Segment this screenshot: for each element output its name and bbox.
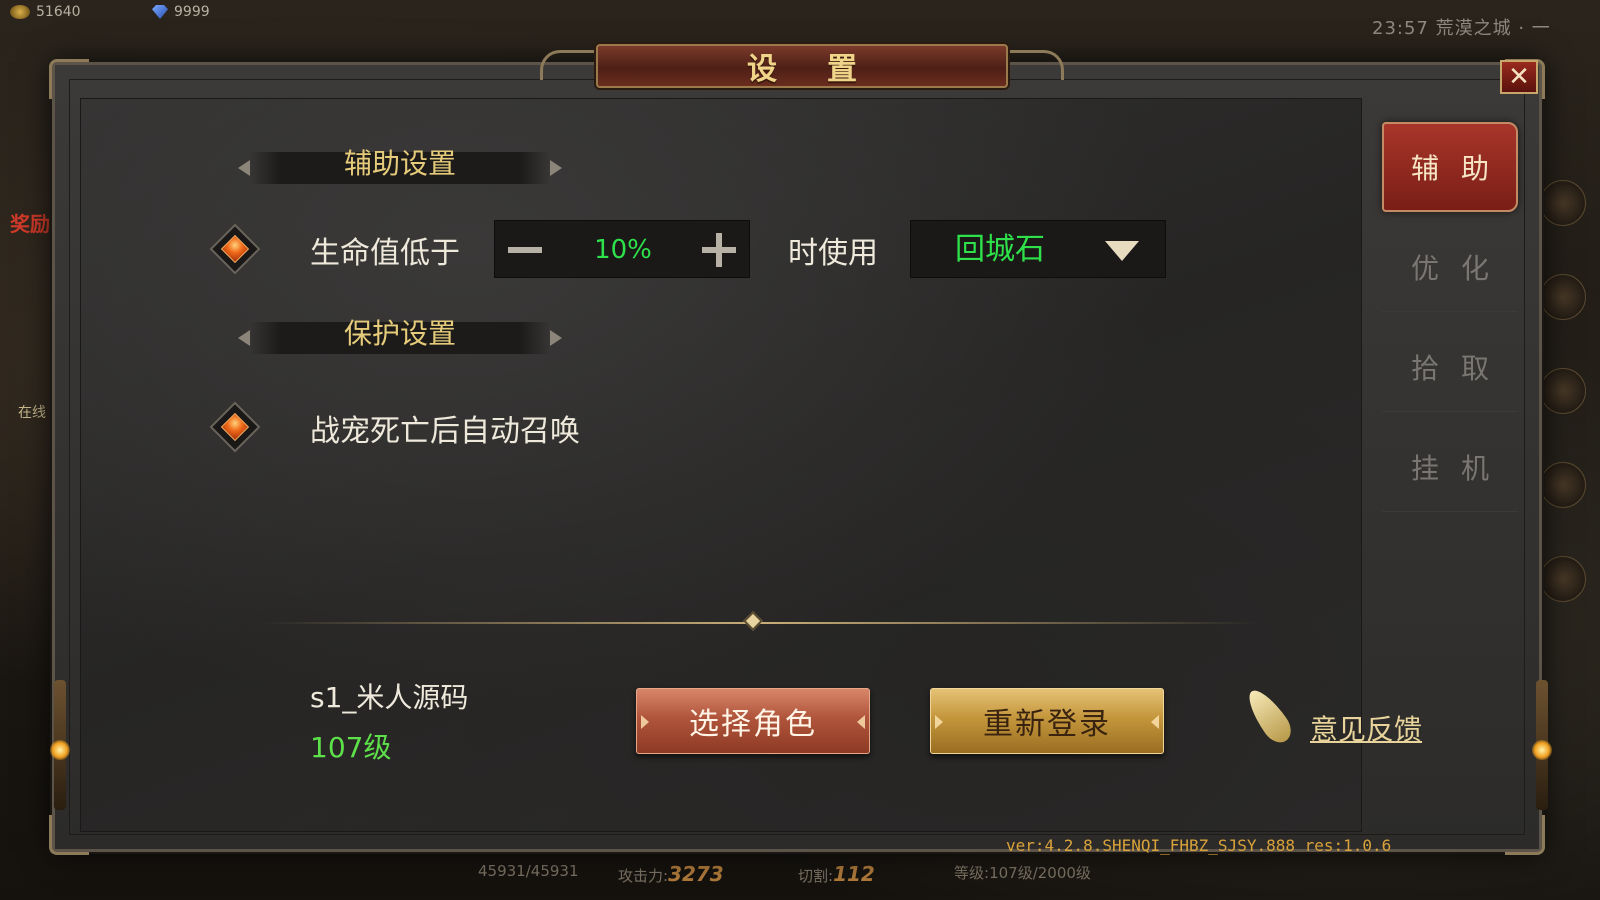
hud-right-icons — [1540, 180, 1600, 650]
close-button[interactable]: ✕ — [1500, 60, 1538, 94]
arrow-right-icon — [550, 160, 562, 176]
attack-label: 攻击力: — [618, 867, 669, 885]
level-readout: 等级:107级/2000级 — [954, 862, 1091, 883]
cut-label: 切割: — [798, 867, 834, 885]
tab-label: 挂机 — [1410, 451, 1511, 485]
clock-location: 23:57 荒漠之城 · 一 — [1372, 18, 1551, 39]
tab-autoplay[interactable]: 挂机 — [1382, 422, 1518, 512]
title-banner: 设置 — [596, 44, 1008, 88]
gem-icon — [152, 5, 168, 19]
feedback-link[interactable]: 意见反馈 — [1248, 682, 1422, 752]
tab-label: 拾取 — [1410, 351, 1511, 385]
player-level: 107级 — [310, 731, 392, 764]
hp-readout: 45931/45931 — [478, 862, 579, 880]
auto-summon-label: 战宠死亡后自动召唤 — [310, 414, 580, 449]
tab-label: 优化 — [1410, 251, 1511, 285]
item-selected-value: 回城石 — [955, 232, 1045, 267]
gem-value: 9999 — [174, 4, 210, 20]
hp-percent-stepper: 10% — [494, 220, 750, 278]
gem-counter: 9999 — [152, 4, 210, 20]
events-icon[interactable] — [1540, 556, 1586, 602]
gold-value: 51640 — [36, 4, 81, 20]
version-text: ver:4.2.8.SHENQI_FHBZ_SJSY.888 res:1.0.6 — [1006, 836, 1392, 855]
hp-below-label: 生命值低于 — [310, 236, 460, 271]
select-role-button[interactable]: 选择角色 — [636, 688, 870, 754]
modal-title: 设置 — [747, 52, 907, 87]
cut-value: 112 — [833, 862, 875, 886]
title-ornament-left — [540, 50, 600, 80]
gold-counter: 51640 — [10, 4, 81, 20]
torch-flame-icon — [1532, 740, 1552, 760]
section-title: 保护设置 — [343, 317, 456, 350]
feather-icon — [1248, 682, 1306, 752]
torch-flame-icon — [50, 740, 70, 760]
item-dropdown[interactable]: 回城石 — [910, 220, 1166, 278]
auto-summon-checkbox[interactable] — [209, 401, 261, 453]
protect-section-header: 保护设置 — [238, 317, 562, 354]
cut-readout: 切割:112 — [798, 862, 875, 886]
attack-value: 3273 — [668, 862, 724, 886]
arrow-right-icon — [550, 330, 562, 346]
close-icon: ✕ — [1508, 62, 1530, 92]
attack-readout: 攻击力:3273 — [618, 862, 724, 886]
caret-down-icon — [1105, 241, 1139, 261]
assist-section-header: 辅助设置 — [238, 147, 562, 184]
tab-pickup[interactable]: 拾取 — [1382, 322, 1518, 412]
torch-pillar-right — [1532, 680, 1552, 810]
arrow-left-icon — [238, 160, 250, 176]
role-icon[interactable] — [1540, 180, 1586, 226]
section-title: 辅助设置 — [343, 147, 456, 180]
arrow-left-icon — [238, 330, 250, 346]
online-label[interactable]: 在线 — [18, 402, 46, 422]
torch-pillar-left — [50, 680, 70, 810]
plus-button[interactable] — [689, 221, 749, 279]
level-value: 107级/2000级 — [989, 864, 1091, 882]
gold-icon — [10, 5, 30, 19]
frame-corner-ornament — [1505, 815, 1545, 855]
minus-button[interactable] — [495, 221, 555, 279]
relogin-button[interactable]: 重新登录 — [930, 688, 1164, 754]
title-ornament-right — [1004, 50, 1064, 80]
hp-threshold-checkbox[interactable] — [209, 223, 261, 275]
use-when-label: 时使用 — [788, 236, 878, 271]
more-icon[interactable] — [1540, 274, 1586, 320]
hp-percent-value: 10% — [594, 235, 652, 265]
frame-corner-ornament — [49, 59, 89, 99]
settings-icon[interactable] — [1540, 368, 1586, 414]
player-name: s1_米人源码 — [310, 681, 469, 714]
level-label: 等级: — [954, 864, 990, 882]
social-icon[interactable] — [1540, 462, 1586, 508]
reward-label[interactable]: 奖励 — [10, 208, 50, 237]
tab-assist[interactable]: 辅助 — [1382, 122, 1518, 212]
tab-label: 辅助 — [1410, 152, 1511, 185]
tab-optimize[interactable]: 优化 — [1382, 222, 1518, 312]
feedback-label: 意见反馈 — [1310, 713, 1423, 746]
